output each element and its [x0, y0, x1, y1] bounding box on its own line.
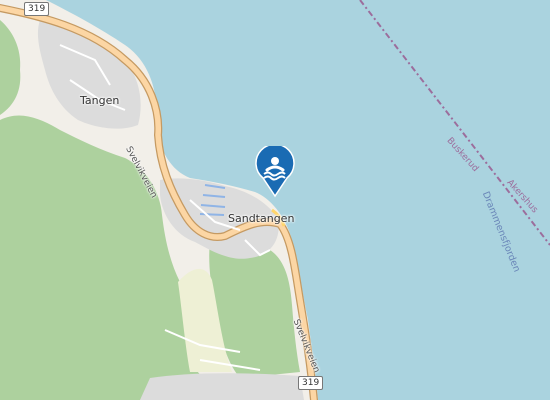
place-label-sandtangen[interactable]: Sandtangen — [228, 212, 294, 225]
road-shield-319-south: 319 — [298, 376, 324, 390]
residential-south — [140, 373, 304, 400]
map-view[interactable]: 319 319 Tangen Sandtangen Svelvikveien S… — [0, 0, 550, 400]
road-shield-319-nw: 319 — [24, 2, 50, 16]
map-base — [0, 0, 550, 400]
place-label-tangen[interactable]: Tangen — [80, 94, 119, 107]
swimming-icon — [255, 143, 295, 198]
swimming-marker[interactable] — [254, 143, 296, 198]
